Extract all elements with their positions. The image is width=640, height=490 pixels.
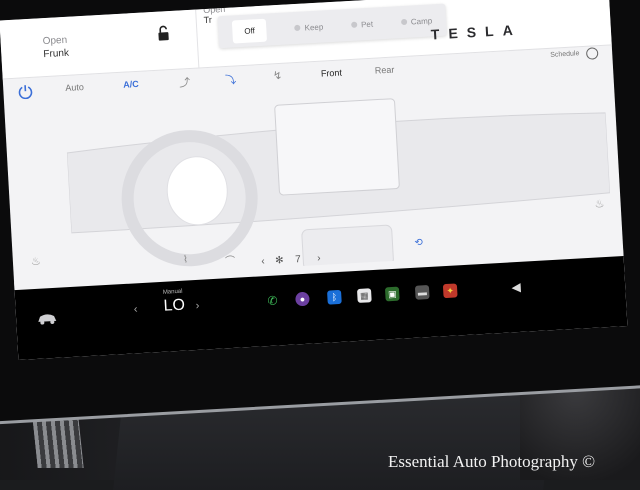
trunk-label[interactable]: Tr	[203, 15, 212, 25]
mode-camp[interactable]: Camp	[401, 16, 433, 27]
mode-pet-label: Pet	[361, 19, 373, 29]
trunk-status: Open	[203, 4, 226, 15]
fan-increase-icon[interactable]: ›	[317, 253, 321, 264]
mode-keep[interactable]: Keep	[294, 22, 323, 33]
pet-icon	[351, 22, 357, 28]
power-icon[interactable]	[17, 83, 34, 100]
recirculate-icon[interactable]: ⟲	[414, 237, 423, 248]
camp-icon	[401, 19, 407, 25]
frunk-status: Open	[42, 35, 67, 47]
auto-button[interactable]: Auto	[65, 82, 84, 93]
airflow-face-icon[interactable]: ⤴	[179, 74, 191, 91]
touchscreen-display: Open Frunk Open Tr Off Keep	[0, 0, 627, 360]
temp-increase-icon[interactable]: ›	[195, 300, 199, 312]
photographer-watermark: Essential Auto Photography ©	[388, 452, 595, 472]
touchscreen-bezel: Open Frunk Open Tr Off Keep	[0, 0, 640, 425]
fan-decrease-icon[interactable]: ‹	[261, 256, 265, 267]
bluetooth-icon[interactable]: ᛒ	[327, 290, 342, 305]
volume-icon[interactable]: ◀	[509, 280, 524, 295]
phone-icon[interactable]: ✆	[265, 293, 280, 308]
left-seat-heater-icon[interactable]: ♨	[31, 255, 42, 269]
frunk-label: Frunk	[43, 48, 69, 60]
unlock-icon	[156, 25, 171, 42]
mode-camp-label: Camp	[411, 16, 433, 26]
fan-icon[interactable]: ✻	[275, 255, 284, 266]
fan-speed-value: 7	[295, 254, 301, 265]
mode-off-label: Off	[244, 26, 255, 36]
dashcam-icon[interactable]: ▬	[415, 285, 430, 300]
mode-off[interactable]: Off	[232, 18, 268, 43]
rear-defrost-icon[interactable]: ⌇	[183, 254, 188, 265]
mode-keep-label: Keep	[304, 22, 323, 32]
rear-defrost-button[interactable]: Rear	[375, 65, 395, 76]
calendar-icon[interactable]: ▦	[357, 288, 372, 303]
climate-keep-mode-selector: Off Keep Pet Camp	[218, 4, 447, 49]
front-defrost-icon[interactable]: ⌒	[225, 252, 236, 268]
car-icon[interactable]	[36, 312, 59, 325]
camera-icon[interactable]: ●	[295, 292, 310, 307]
schedule-button[interactable]: Schedule	[550, 50, 580, 59]
airflow-feet-icon[interactable]: ↯	[273, 69, 283, 82]
temp-decrease-icon[interactable]: ‹	[133, 303, 137, 315]
airflow-face-feet-icon[interactable]: ⤵	[225, 71, 237, 88]
front-defrost-button[interactable]: Front	[321, 68, 343, 79]
frunk-button[interactable]: Open Frunk	[35, 10, 199, 77]
toybox-icon[interactable]: ✦	[443, 283, 458, 298]
mode-pet[interactable]: Pet	[351, 19, 373, 29]
temp-mode-label: Manual	[163, 289, 183, 296]
apps-icon[interactable]: ▣	[385, 287, 400, 302]
right-seat-heater-icon[interactable]: ♨	[594, 197, 605, 211]
temp-value[interactable]: LO	[163, 297, 185, 316]
ac-button[interactable]: A/C	[123, 79, 139, 90]
keep-icon	[294, 25, 300, 31]
clock-icon	[586, 47, 599, 60]
